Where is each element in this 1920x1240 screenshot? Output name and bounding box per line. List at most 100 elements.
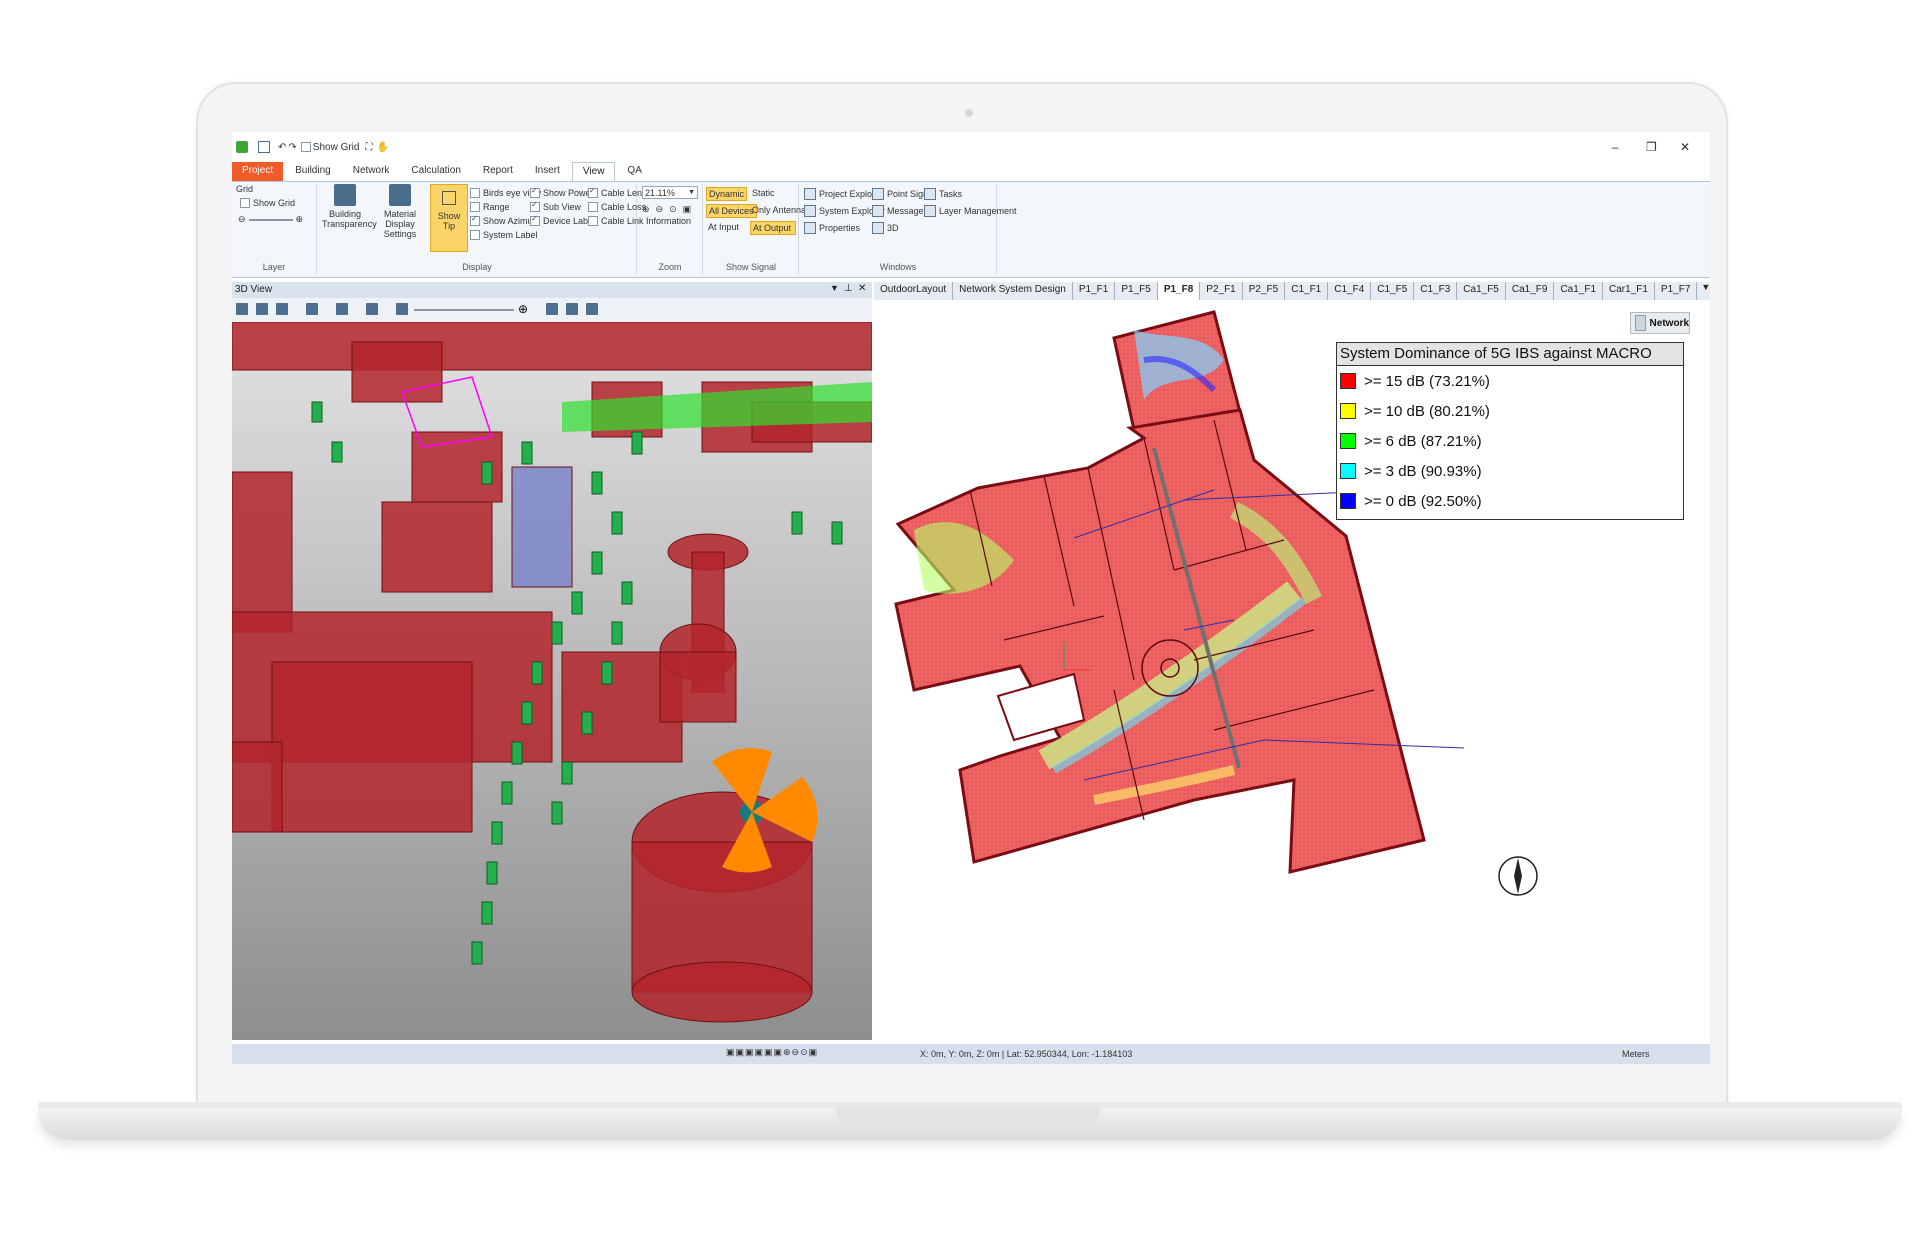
- zoom-in-small-icon[interactable]: ⊕: [296, 214, 304, 225]
- floors-icon[interactable]: [336, 303, 348, 315]
- doc-tab-p1-f7[interactable]: P1_F7: [1655, 282, 1698, 300]
- collapse-icon[interactable]: [566, 303, 578, 315]
- range-option[interactable]: Range: [470, 202, 510, 212]
- expand-icon[interactable]: [546, 303, 558, 315]
- doc-tab-c1-f4[interactable]: C1_F4: [1328, 282, 1372, 300]
- legend-label: >= 3 dB (90.93%): [1364, 462, 1482, 480]
- show-azimuth-checkbox[interactable]: [470, 214, 480, 226]
- show-grid-checkbox[interactable]: [300, 142, 311, 152]
- doc-tab-ca1-f1[interactable]: Ca1_F1: [1554, 282, 1604, 300]
- device-label-option[interactable]: Device Label: [530, 214, 595, 226]
- system-label-checkbox[interactable]: [470, 230, 480, 240]
- network-button[interactable]: Network: [1630, 312, 1690, 334]
- height-slider[interactable]: [414, 309, 514, 311]
- show-power-option[interactable]: Show Power: [530, 186, 594, 198]
- 3d-button[interactable]: 3D: [872, 222, 899, 234]
- building-transparency-button[interactable]: Building Transparency: [322, 184, 377, 229]
- cable-loss-checkbox[interactable]: [588, 202, 598, 212]
- at-output-button[interactable]: At Output: [750, 221, 796, 235]
- antenna-icon[interactable]: [396, 303, 408, 315]
- grid-slider-track[interactable]: [248, 218, 293, 221]
- display-group-label: Display: [462, 262, 492, 272]
- sub-view-checkbox[interactable]: [530, 200, 540, 212]
- pane-dropdown-icon[interactable]: ▼: [830, 283, 839, 293]
- doc-tab-p1-f1[interactable]: P1_F1: [1073, 282, 1116, 300]
- window-icon[interactable]: [586, 303, 598, 315]
- 3d-scene[interactable]: [232, 322, 872, 1040]
- tab-project[interactable]: Project: [232, 162, 284, 182]
- doc-tab-p2-f1[interactable]: P2_F1: [1200, 282, 1243, 300]
- zoom-window-icon[interactable]: ▣: [683, 204, 692, 215]
- zoom-fit-icon[interactable]: ⊙: [669, 204, 677, 215]
- doc-tab-ca1-f5[interactable]: Ca1_F5: [1457, 282, 1506, 300]
- device-label-checkbox[interactable]: [530, 214, 540, 226]
- pan-hand-icon[interactable]: ✋: [376, 142, 388, 153]
- document-tabs: OutdoorLayout Network System Design P1_F…: [874, 282, 1710, 301]
- system-label-option[interactable]: System Label: [470, 230, 538, 240]
- tab-insert[interactable]: Insert: [525, 162, 570, 182]
- sub-view-option[interactable]: Sub View: [530, 200, 581, 212]
- select-icon[interactable]: [236, 303, 248, 315]
- tab-network[interactable]: Network: [343, 162, 400, 182]
- messages-button[interactable]: Messages: [872, 205, 928, 217]
- doc-tab-ca1-f9[interactable]: Ca1_F9: [1506, 282, 1555, 300]
- show-grid-option[interactable]: Show Grid: [240, 198, 295, 208]
- legend-item: >= 0 dB (92.50%): [1337, 486, 1683, 516]
- show-tip-button[interactable]: Show Tip: [430, 184, 468, 252]
- show-grid-ribbon-checkbox[interactable]: [240, 198, 250, 208]
- show-power-checkbox[interactable]: [530, 186, 540, 198]
- status-toolbar-icons[interactable]: ▣▣▣▣▣▣⊕⊖⊙▣: [726, 1047, 818, 1058]
- zoom-out-small-icon[interactable]: ⊖: [238, 214, 246, 225]
- birds-eye-checkbox[interactable]: [470, 188, 480, 198]
- static-button[interactable]: Static: [752, 188, 775, 198]
- zoom-out-icon[interactable]: ⊖: [656, 204, 664, 215]
- minimize-button[interactable]: –: [1612, 140, 1619, 154]
- range-checkbox[interactable]: [470, 202, 480, 212]
- tab-qa[interactable]: QA: [617, 162, 651, 182]
- tasks-button[interactable]: Tasks: [924, 188, 962, 200]
- tabs-dropdown-icon[interactable]: ▼: [1701, 282, 1710, 300]
- redo-icon[interactable]: ↷: [288, 142, 296, 153]
- save-icon[interactable]: [258, 141, 270, 153]
- doc-tab-c1-f1[interactable]: C1_F1: [1285, 282, 1329, 300]
- tab-calculation[interactable]: Calculation: [401, 162, 470, 182]
- doc-tab-p1-f8[interactable]: P1_F8: [1157, 282, 1201, 300]
- dynamic-button[interactable]: Dynamic: [706, 187, 748, 201]
- layers-icon[interactable]: [306, 303, 318, 315]
- app-window: ↶ ↷ Show Grid ⛶ ✋ – ❐ ✕ Project Building…: [232, 132, 1710, 1064]
- doc-tab-network-system-design[interactable]: Network System Design: [953, 282, 1073, 300]
- restore-button[interactable]: ❐: [1646, 140, 1657, 154]
- properties-button[interactable]: Properties: [804, 222, 860, 234]
- doc-tab-c1-f5[interactable]: C1_F5: [1371, 282, 1415, 300]
- zoom-combo[interactable]: 21.11% ▼: [642, 186, 698, 199]
- grid-slider[interactable]: ⊖ ⊕: [238, 214, 303, 225]
- at-input-button[interactable]: At Input: [708, 222, 739, 232]
- rotate-icon[interactable]: [256, 303, 268, 315]
- material-display-button[interactable]: Material Display Settings: [372, 184, 428, 239]
- zoom-dropdown-icon[interactable]: ▼: [688, 189, 697, 196]
- doc-tab-p2-f5[interactable]: P2_F5: [1243, 282, 1286, 300]
- tab-report[interactable]: Report: [473, 162, 523, 182]
- zoom-in-icon[interactable]: ⊕: [642, 204, 650, 215]
- cable-link-info-checkbox[interactable]: [588, 216, 598, 226]
- coverage-map[interactable]: Network System Dominance of 5G IBS again…: [874, 300, 1710, 1042]
- close-button[interactable]: ✕: [1680, 140, 1690, 154]
- doc-tab-p1-f5[interactable]: P1_F5: [1115, 282, 1158, 300]
- doc-tab-car1-f1[interactable]: Car1_F1: [1603, 282, 1655, 300]
- all-devices-button[interactable]: All Devices: [706, 204, 757, 218]
- tab-view[interactable]: View: [571, 162, 616, 182]
- only-antenna-button[interactable]: Only Antenna: [752, 205, 806, 215]
- cable-length-checkbox[interactable]: [588, 186, 598, 198]
- doc-tab-c1-f3[interactable]: C1_F3: [1414, 282, 1458, 300]
- layer-management-button[interactable]: Layer Management: [924, 205, 1017, 217]
- tab-building[interactable]: Building: [285, 162, 341, 182]
- doc-tab-outdoorlayout[interactable]: OutdoorLayout: [874, 282, 954, 300]
- pin-icon[interactable]: ⊥: [844, 283, 853, 294]
- slider-plus-icon[interactable]: ⊕: [518, 302, 528, 316]
- pane-close-icon[interactable]: ✕: [858, 283, 866, 294]
- show-tip-label: Show Tip: [437, 211, 461, 231]
- fit-icon[interactable]: ⛶: [365, 142, 372, 153]
- camera-icon[interactable]: [366, 303, 378, 315]
- undo-icon[interactable]: ↶: [278, 142, 286, 153]
- fit-3d-icon[interactable]: [276, 303, 288, 315]
